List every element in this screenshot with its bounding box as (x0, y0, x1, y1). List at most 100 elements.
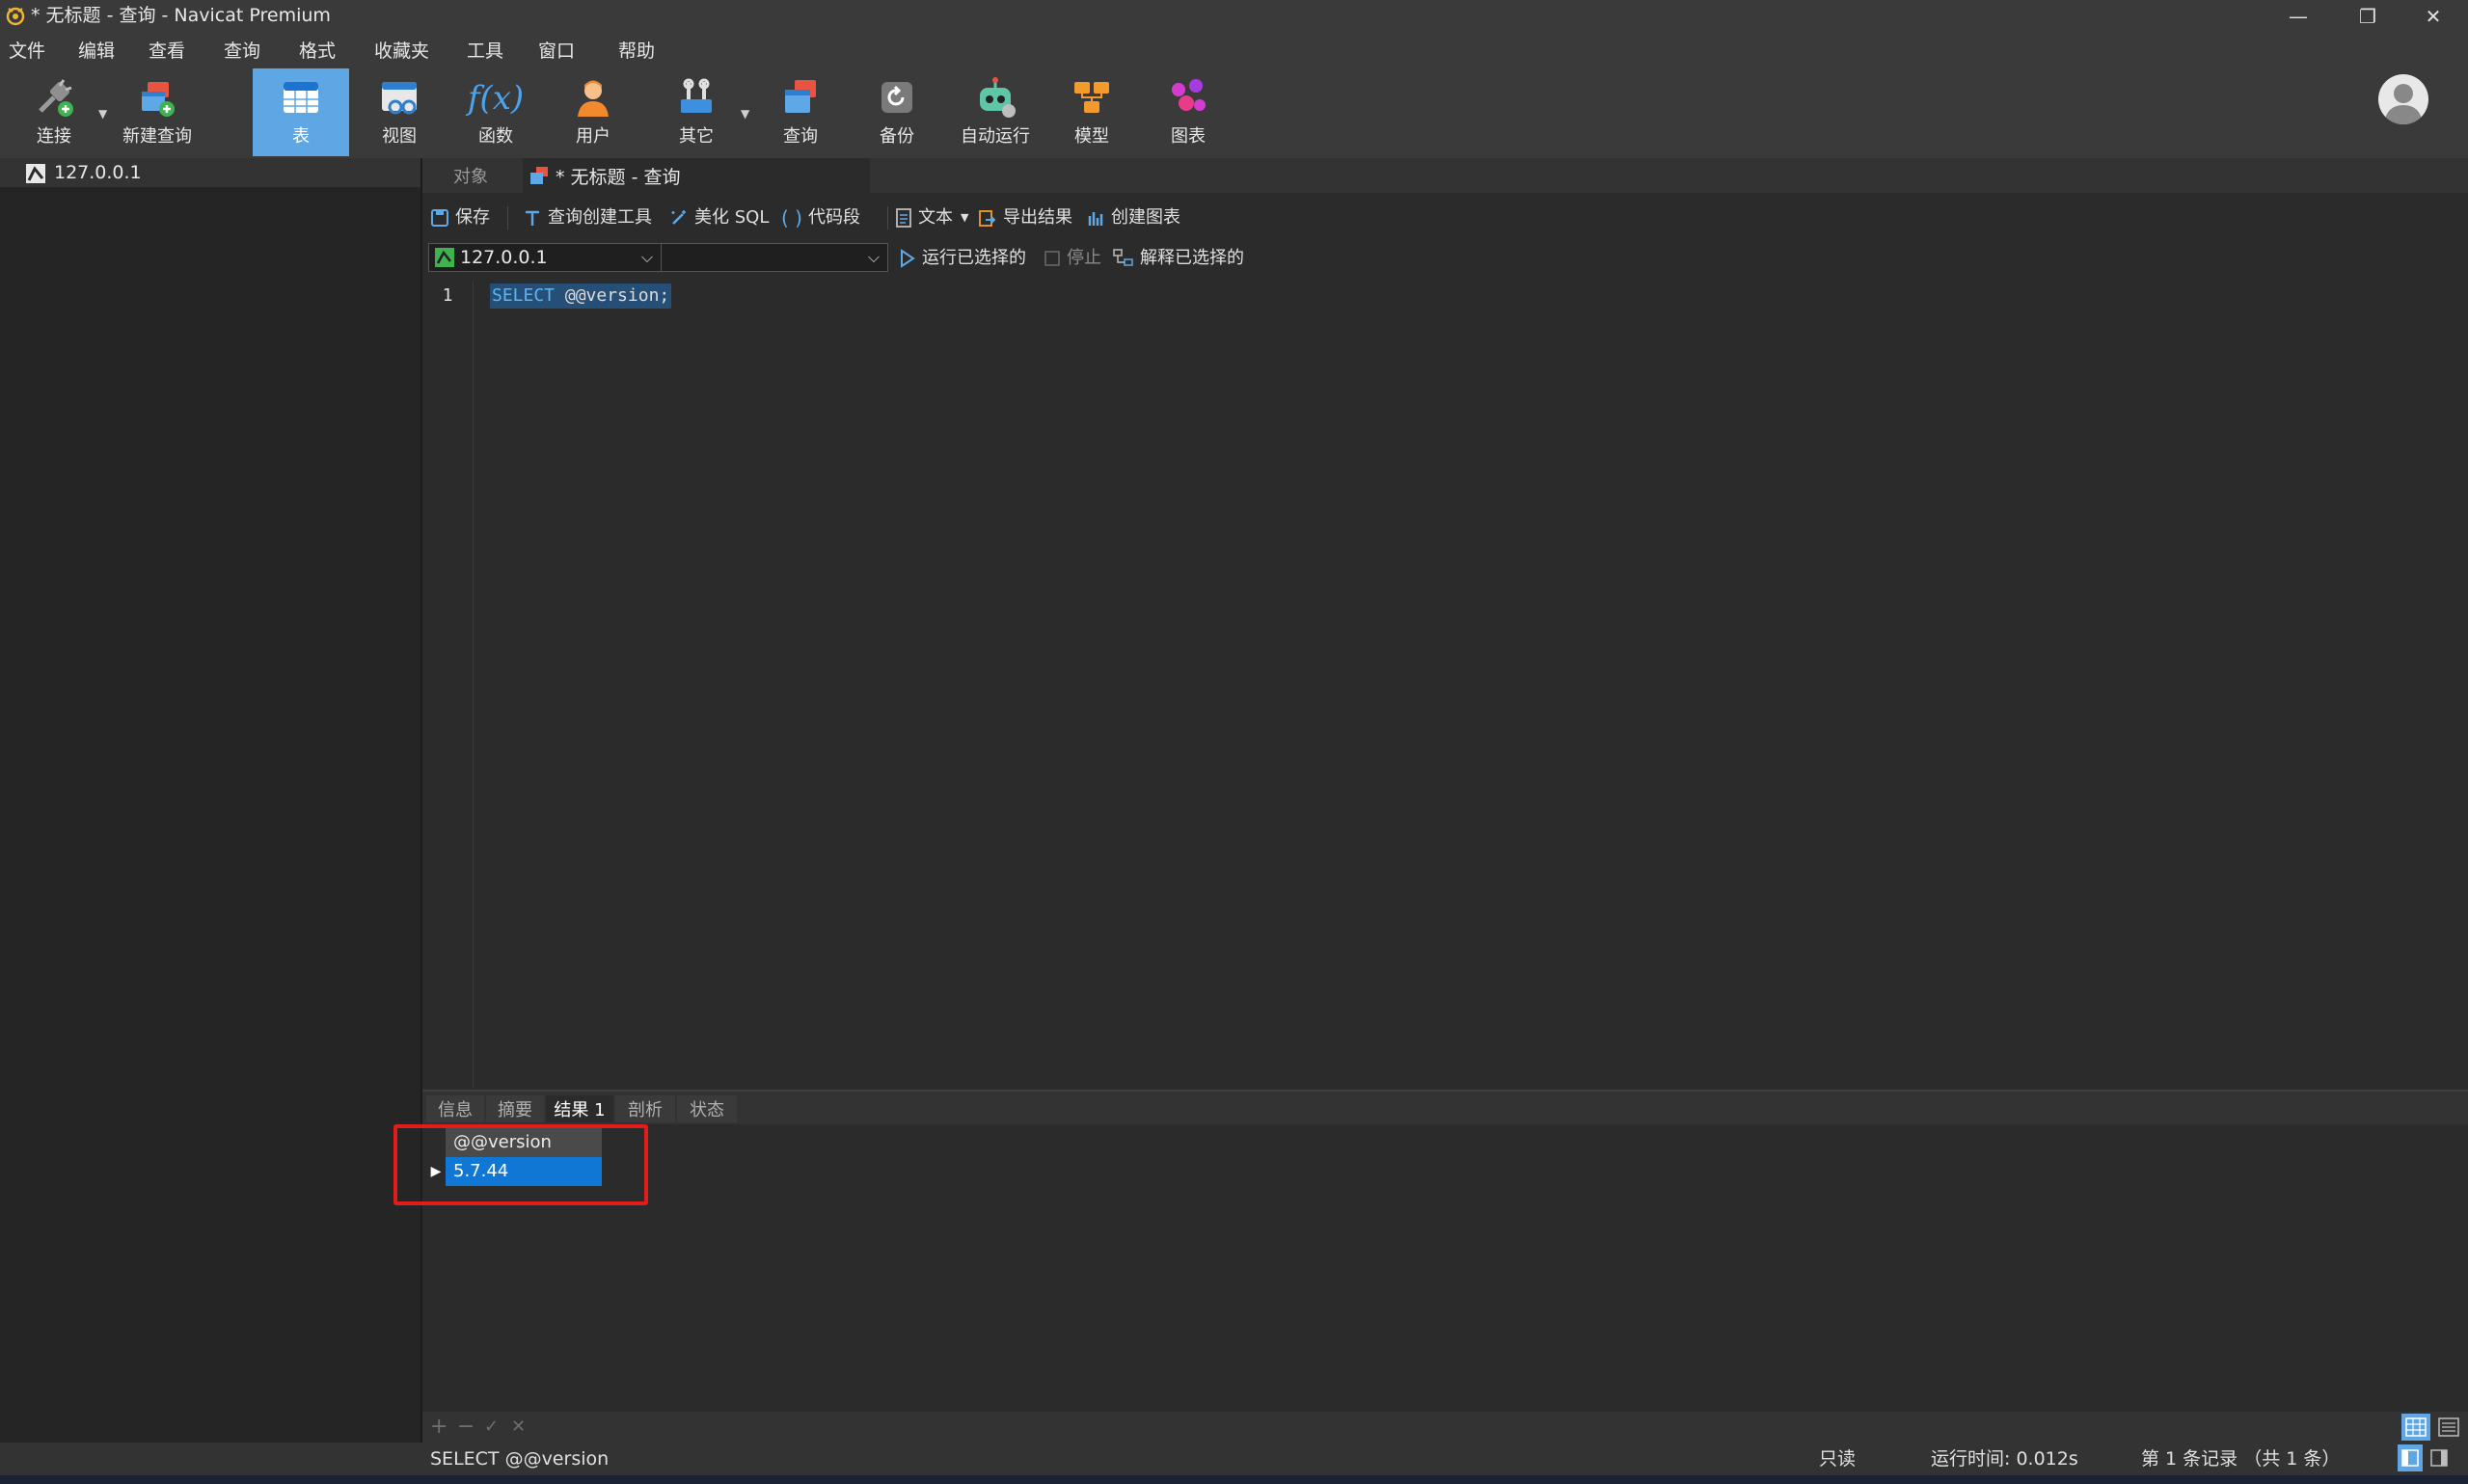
user-avatar[interactable] (2378, 74, 2428, 124)
user-icon (578, 80, 609, 117)
run-selected-label: 运行已选择的 (922, 248, 1026, 268)
menu-format[interactable]: 格式 (299, 39, 336, 64)
chart-label: 图表 (1171, 126, 1206, 147)
document-icon (896, 208, 911, 228)
line-number: 1 (442, 285, 453, 306)
chevron-down-icon: ⌵ (867, 248, 880, 266)
bar-chart-icon (1088, 212, 1103, 226)
code-line-selected[interactable]: SELECT @@version; (490, 283, 672, 309)
export-result-button[interactable]: 导出结果 (978, 205, 1072, 230)
right-panel-toggle-button[interactable] (2427, 1444, 2452, 1471)
connect-dropdown-caret-icon[interactable]: ▼ (98, 107, 107, 121)
automation-label: 自动运行 (961, 126, 1030, 147)
status-records: 第 1 条记录 （共 1 条） (2141, 1448, 2341, 1470)
menu-view[interactable]: 查看 (149, 39, 185, 64)
other-button[interactable]: 其它 (648, 68, 745, 156)
function-label: 函数 (478, 126, 513, 147)
grid-view-button[interactable] (2401, 1414, 2430, 1441)
menu-edit[interactable]: 编辑 (78, 39, 115, 64)
export-result-label: 导出结果 (1003, 207, 1072, 228)
function-icon: f(x) (467, 79, 525, 118)
minimize-button[interactable]: — (2264, 0, 2333, 32)
menu-file[interactable]: 文件 (9, 39, 45, 64)
query-button[interactable]: 查询 (752, 68, 849, 156)
new-query-button[interactable]: 新建查询 (110, 68, 204, 156)
view-label: 视图 (382, 126, 417, 147)
form-view-icon (2438, 1417, 2459, 1437)
run-selected-button[interactable]: 运行已选择的 (899, 246, 1026, 271)
table-icon (284, 82, 318, 113)
tools-icon (681, 78, 712, 113)
chart-button[interactable]: 图表 (1140, 68, 1236, 156)
document-tabs: 对象 * 无标题 - 查询 (422, 158, 2468, 193)
explain-selected-button[interactable]: 解释已选择的 (1113, 246, 1244, 271)
add-record-button[interactable]: + (430, 1414, 447, 1441)
save-label: 保存 (455, 207, 490, 228)
model-button[interactable]: 模型 (1044, 68, 1140, 156)
discard-changes-button[interactable]: ✕ (511, 1414, 526, 1441)
code-snippet-button[interactable]: ( ) 代码段 (781, 205, 860, 230)
view-icon (382, 82, 417, 115)
tab-summary[interactable]: 摘要 (486, 1095, 544, 1122)
status-readonly: 只读 (1819, 1448, 1857, 1470)
tab-info[interactable]: 信息 (426, 1095, 484, 1122)
sql-editor[interactable]: 1 SELECT @@version; (422, 281, 2468, 1088)
window-title: * 无标题 - 查询 - Navicat Premium (31, 5, 331, 26)
query-builder-button[interactable]: 查询创建工具 (523, 205, 652, 230)
result-grid: @@version ▶ 5.7.44 (422, 1124, 2468, 1412)
tab-profile[interactable]: 剖析 (615, 1095, 675, 1122)
tab-status[interactable]: 状态 (677, 1095, 737, 1122)
view-button[interactable]: 视图 (351, 68, 447, 156)
backup-label: 备份 (880, 126, 914, 147)
menu-window[interactable]: 窗口 (538, 39, 575, 64)
menu-help[interactable]: 帮助 (618, 39, 655, 64)
status-bar: SELECT @@version 只读 运行时间: 0.012s 第 1 条记录… (0, 1443, 2468, 1475)
taskbar-edge (0, 1475, 2468, 1484)
menu-tools[interactable]: 工具 (467, 39, 503, 64)
function-button[interactable]: f(x) 函数 (447, 68, 544, 156)
automation-button[interactable]: 自动运行 (945, 68, 1045, 156)
query-selector-row: 127.0.0.1 ⌵ ⌵ 运行已选择的 停止 解释已选择的 (422, 240, 2468, 281)
menu-bar: 文件 编辑 查看 查询 格式 收藏夹 工具 窗口 帮助 (0, 32, 2468, 68)
beautify-sql-button[interactable]: 美化 SQL (669, 205, 769, 230)
connection-select[interactable]: 127.0.0.1 ⌵ (428, 243, 662, 272)
stop-label: 停止 (1067, 248, 1101, 268)
status-runtime: 运行时间: 0.012s (1931, 1448, 2078, 1470)
menu-favorites[interactable]: 收藏夹 (374, 39, 429, 64)
chart-icon (1172, 79, 1206, 111)
left-panel-toggle-button[interactable] (2398, 1444, 2423, 1471)
text-output-button[interactable]: 文本 ▼ (895, 205, 968, 230)
title-bar: * 无标题 - 查询 - Navicat Premium — ❐ ✕ (0, 0, 2468, 32)
form-view-button[interactable] (2434, 1414, 2463, 1441)
connection-select-icon (435, 248, 454, 267)
code-snippet-label: 代码段 (807, 207, 860, 228)
other-dropdown-caret-icon[interactable]: ▼ (741, 107, 749, 121)
menu-query[interactable]: 查询 (224, 39, 260, 64)
database-select[interactable]: ⌵ (661, 243, 888, 272)
user-button[interactable]: 用户 (545, 68, 641, 156)
result-tabs: 信息 摘要 结果 1 剖析 状态 (422, 1090, 2468, 1124)
navicat-logo-icon (6, 7, 25, 26)
restore-button[interactable]: ❐ (2333, 0, 2402, 32)
tab-query[interactable]: * 无标题 - 查询 (523, 158, 870, 193)
apply-changes-button[interactable]: ✓ (484, 1414, 499, 1441)
tab-result-1[interactable]: 结果 1 (546, 1095, 613, 1122)
new-query-label: 新建查询 (122, 126, 192, 147)
save-button[interactable]: 保存 (430, 205, 490, 230)
delete-record-button[interactable]: − (457, 1414, 475, 1441)
query-tab-icon (530, 167, 548, 184)
connection-tree-item[interactable]: 127.0.0.1 (0, 158, 420, 187)
backup-button[interactable]: 备份 (849, 68, 945, 156)
query-toolbar: 保存 查询创建工具 美化 SQL ( ) 代码段 文本 ▼ 导出结果 创建图表 (422, 197, 2468, 240)
tab-objects[interactable]: 对象 (422, 158, 519, 193)
navigator-panel: 127.0.0.1 (0, 158, 422, 1443)
create-chart-button[interactable]: 创建图表 (1086, 205, 1180, 230)
connect-button[interactable]: 连接 (6, 68, 102, 156)
explain-selected-label: 解释已选择的 (1140, 248, 1244, 268)
model-label: 模型 (1074, 126, 1109, 147)
export-icon (979, 210, 996, 227)
table-button[interactable]: 表 (253, 68, 349, 156)
tab-query-label: * 无标题 - 查询 (556, 166, 681, 188)
close-button[interactable]: ✕ (2399, 0, 2468, 32)
stop-button[interactable]: 停止 (1044, 246, 1101, 271)
